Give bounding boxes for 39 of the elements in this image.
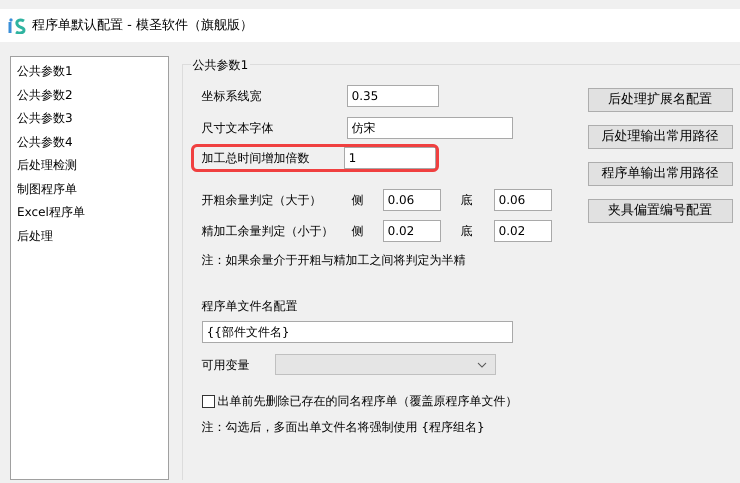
bottom-label: 底 [460,192,473,209]
sidebar-item[interactable]: 公共参数3 [17,107,168,130]
input-field[interactable]: 0.02 [382,220,441,242]
field-label: 程序单文件名配置 [202,298,299,315]
input-field[interactable]: 0.35 [346,85,439,107]
app-logo-icon [8,18,26,34]
config-button[interactable]: 后处理扩展名配置 [588,88,733,112]
window-title: 程序单默认配置 - 模圣软件（旗舰版） [32,16,253,35]
note-text: 注：勾选后，多面出单文件名将强制使用 {程序组名} [202,419,486,436]
input-field[interactable]: 0.06 [382,189,441,211]
input-field[interactable]: 仿宋 [346,117,513,139]
config-button[interactable]: 程序单输出常用路径 [588,162,733,186]
field-label: 可用变量 [202,356,251,374]
checkbox[interactable] [202,394,215,408]
side-label: 侧 [352,223,365,240]
field-label: 尺寸文本字体 [202,120,275,137]
field-label: 精加工余量判定（小于） [202,223,335,240]
chevron-down-icon [476,362,487,368]
field-label: 开粗余量判定（大于） [202,192,323,209]
checkbox-label: 出单前先删除已存在的同名程序单（覆盖原程序单文件） [218,393,518,410]
bottom-label: 底 [460,223,473,240]
config-button[interactable]: 后处理输出常用路径 [588,125,733,149]
sidebar-item[interactable]: 后处理检测 [17,154,168,178]
input-field[interactable]: {{部件文件名} [202,321,513,343]
sidebar-item[interactable]: 制图程序单 [17,178,168,201]
field-label: 坐标系线宽 [202,88,263,105]
config-button[interactable]: 夹具偏置编号配置 [588,199,733,223]
note-text: 注：如果余量介于开粗与精加工之间将判定为半精 [202,252,467,269]
sidebar-item[interactable]: 公共参数2 [17,84,168,107]
input-field[interactable]: 0.06 [494,189,552,211]
sidebar-item[interactable]: Excel程序单 [17,201,168,224]
side-label: 侧 [352,192,365,209]
field-label: 加工总时间增加倍数 [202,150,311,167]
sidebar-item[interactable]: 公共参数4 [17,130,168,154]
sidebar-item[interactable]: 公共参数1 [17,60,168,84]
input-field[interactable]: 0.02 [494,220,552,242]
group-title: 公共参数1 [190,56,250,74]
sidebar-item[interactable]: 后处理 [17,224,168,248]
input-field[interactable]: 1 [344,147,436,169]
